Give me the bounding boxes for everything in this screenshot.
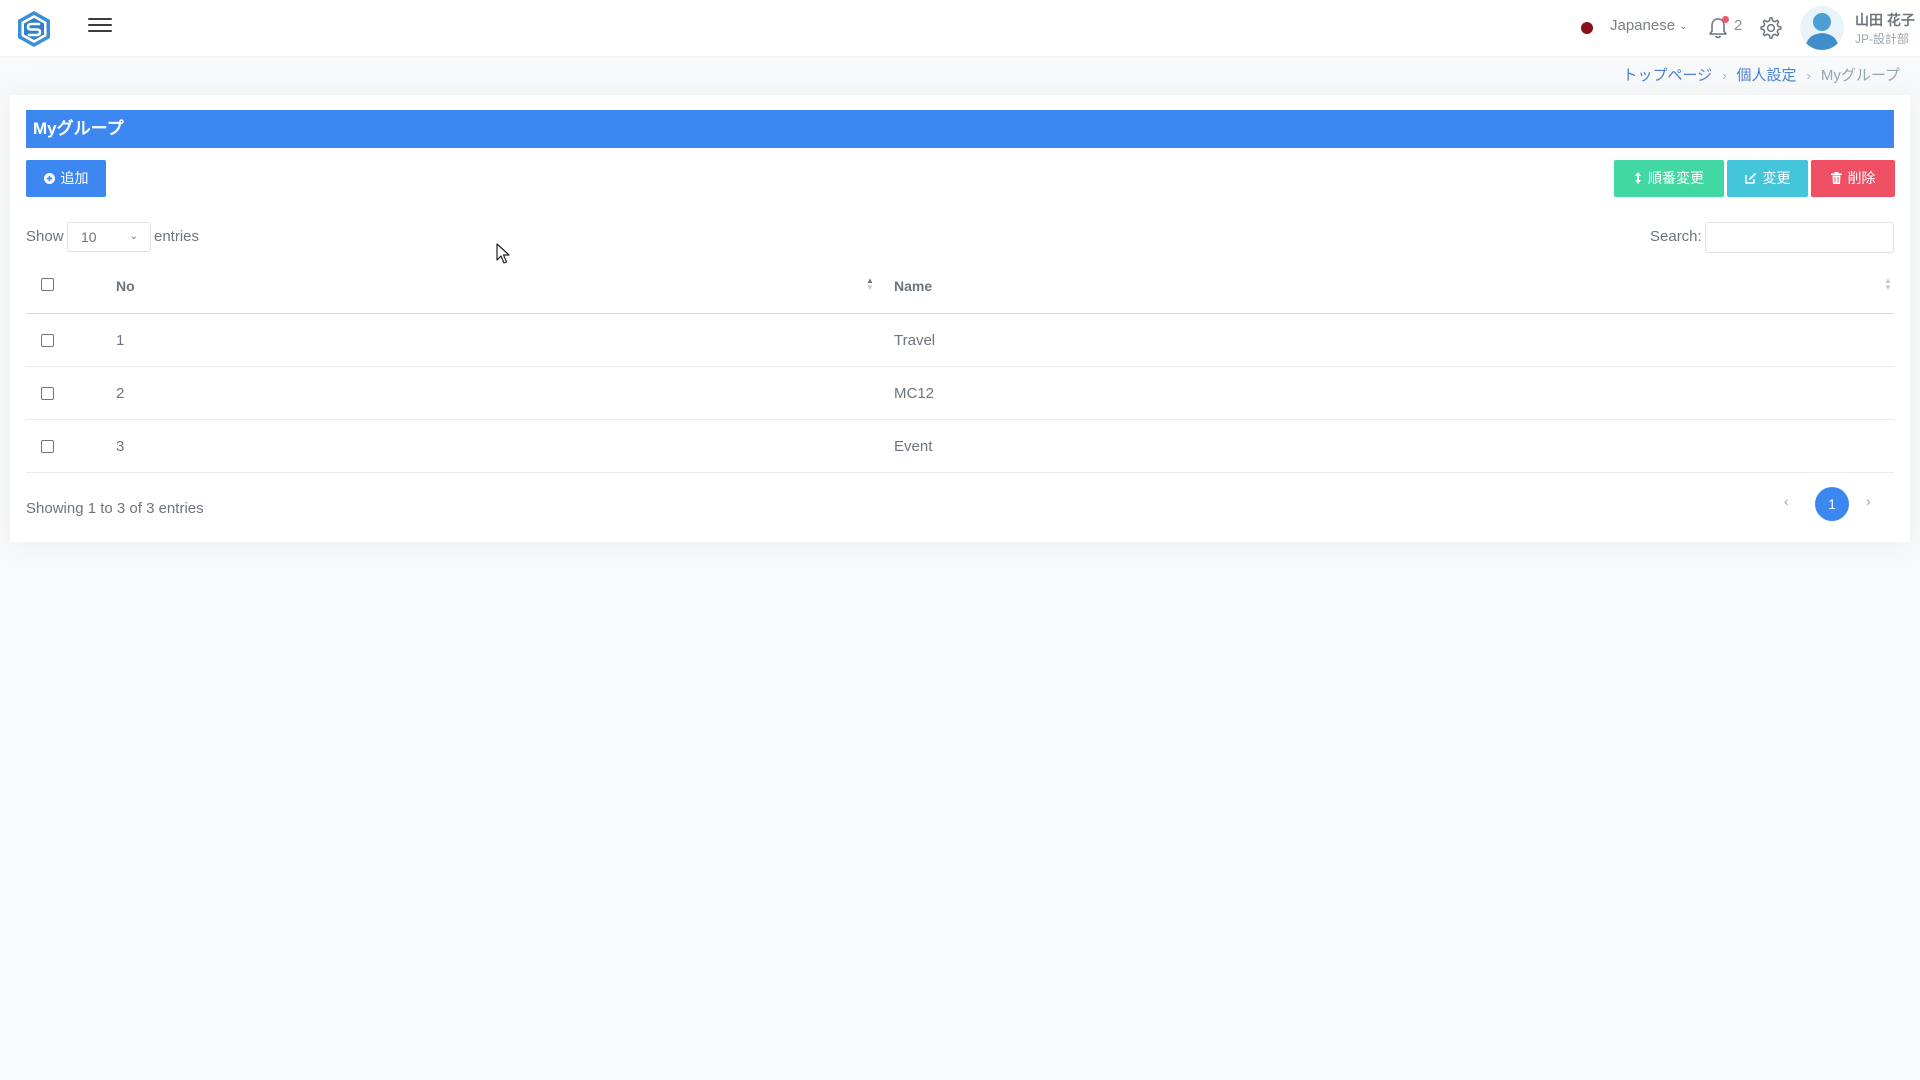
page-title: Myグループ xyxy=(26,110,1894,148)
row-no: 3 xyxy=(116,438,125,455)
chevron-down-icon: ⌄ xyxy=(129,231,138,242)
breadcrumb-link-top[interactable]: トップページ xyxy=(1622,67,1712,84)
add-button[interactable]: 追加 xyxy=(26,160,106,197)
column-header-name[interactable]: Name xyxy=(894,278,932,294)
user-department: JP-設計部 xyxy=(1855,32,1910,46)
pagination-previous[interactable]: ‹ xyxy=(1784,493,1789,509)
column-header-no[interactable]: No xyxy=(116,278,135,294)
reorder-button-label: 順番変更 xyxy=(1648,170,1704,186)
my-group-card: Myグループ 追加 順番変更 変更 削除 Show 10 ⌄ entries S… xyxy=(10,95,1910,542)
settings-gear-icon[interactable] xyxy=(1759,16,1783,40)
mouse-cursor-icon xyxy=(496,243,510,264)
table-header-row: No ▲ ▼ Name ▲ ▼ xyxy=(26,261,1894,314)
table-row[interactable]: 2 MC12 xyxy=(26,367,1894,420)
user-name[interactable]: 山田 花子 xyxy=(1855,10,1915,30)
language-dropdown[interactable]: Japanese ⌄ xyxy=(1610,17,1687,34)
trash-icon xyxy=(1830,160,1842,197)
language-label: Japanese xyxy=(1610,17,1676,34)
table-info: Showing 1 to 3 of 3 entries xyxy=(26,500,204,517)
edit-icon xyxy=(1744,160,1757,197)
search-label: Search: xyxy=(1650,228,1702,245)
plus-circle-icon xyxy=(43,160,55,197)
breadcrumb-separator-icon: › xyxy=(1806,68,1811,83)
breadcrumb-link-settings[interactable]: 個人設定 xyxy=(1737,67,1797,84)
page-length-value: 10 xyxy=(81,229,97,245)
row-checkbox[interactable] xyxy=(41,440,54,453)
add-button-label: 追加 xyxy=(60,170,89,186)
user-avatar[interactable] xyxy=(1800,6,1844,50)
pagination-page-current[interactable]: 1 xyxy=(1815,487,1849,521)
row-name: MC12 xyxy=(894,385,935,402)
top-navbar: Japanese ⌄ 2 山田 花子 JP-設計部 xyxy=(0,0,1920,56)
row-checkbox[interactable] xyxy=(41,387,54,400)
delete-button[interactable]: 削除 xyxy=(1811,160,1895,197)
edit-button-label: 変更 xyxy=(1762,170,1791,186)
search-input[interactable] xyxy=(1705,222,1894,253)
breadcrumb-current: Myグループ xyxy=(1820,67,1900,84)
language-flag-icon xyxy=(1581,22,1593,34)
edit-button[interactable]: 変更 xyxy=(1727,160,1808,197)
my-group-table: No ▲ ▼ Name ▲ ▼ 1 Travel 2 MC12 3 Event xyxy=(26,261,1894,473)
row-name: Travel xyxy=(894,332,936,349)
row-no: 1 xyxy=(116,332,125,349)
row-no: 2 xyxy=(116,385,125,402)
table-row[interactable]: 3 Event xyxy=(26,420,1894,473)
row-name: Event xyxy=(894,438,933,455)
breadcrumb: トップページ › 個人設定 › Myグループ xyxy=(1622,64,1900,85)
pagination-next[interactable]: › xyxy=(1866,493,1871,509)
table-row[interactable]: 1 Travel xyxy=(26,314,1894,367)
notification-badge xyxy=(1722,16,1729,23)
sort-icon[interactable]: ▲ ▼ xyxy=(1884,277,1892,292)
select-all-checkbox[interactable] xyxy=(41,278,54,291)
app-logo[interactable] xyxy=(14,9,54,49)
sort-arrows-icon xyxy=(1634,160,1642,197)
menu-toggle-button[interactable] xyxy=(88,18,112,38)
entries-label: entries xyxy=(154,228,200,245)
chevron-down-icon: ⌄ xyxy=(1679,21,1688,32)
show-label: Show xyxy=(26,228,64,245)
delete-button-label: 削除 xyxy=(1847,170,1876,186)
page-length-select[interactable]: 10 ⌄ xyxy=(67,222,151,252)
notification-count: 2 xyxy=(1734,17,1743,34)
row-checkbox[interactable] xyxy=(41,334,54,347)
sort-icon[interactable]: ▲ ▼ xyxy=(866,277,874,292)
reorder-button[interactable]: 順番変更 xyxy=(1614,160,1724,197)
breadcrumb-separator-icon: › xyxy=(1722,68,1727,83)
